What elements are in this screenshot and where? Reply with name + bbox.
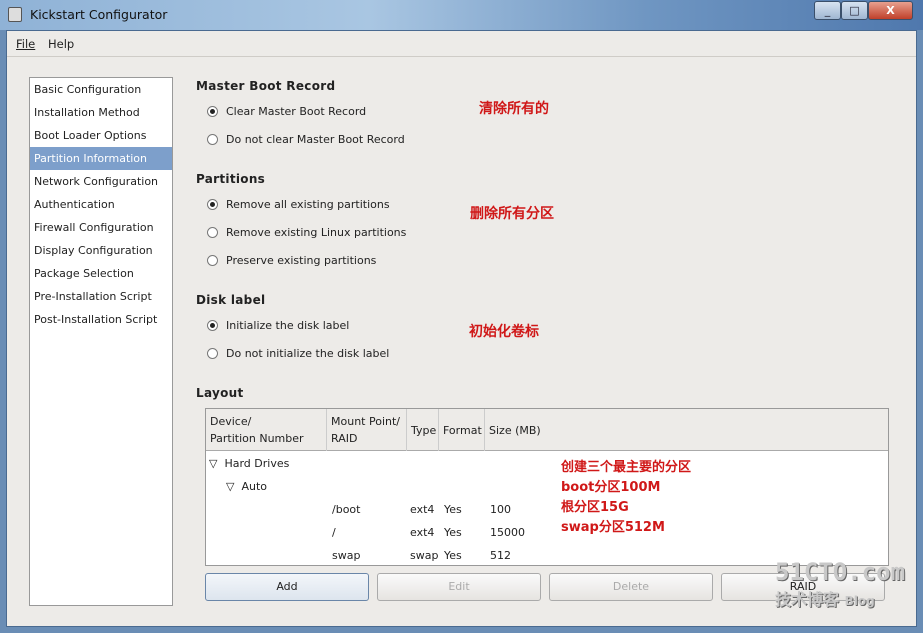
watermark: 51CTO.com 技术博客 Blog — [775, 558, 906, 609]
delete-button[interactable]: Delete — [549, 573, 713, 601]
cell-mount[interactable]: swap — [332, 549, 360, 562]
sidebar-item[interactable]: Network Configuration — [30, 170, 172, 193]
sidebar-item[interactable]: Display Configuration — [30, 239, 172, 262]
cell-mount[interactable]: /boot — [332, 503, 360, 516]
app-icon — [8, 7, 22, 22]
col-size[interactable]: Size (MB) — [485, 409, 889, 451]
main-window: File Help Basic Configuration Installatio… — [6, 30, 917, 627]
sidebar-item[interactable]: Boot Loader Options — [30, 124, 172, 147]
sidebar-item[interactable]: Partition Information — [30, 147, 172, 170]
close-button[interactable]: X — [868, 1, 913, 20]
maximize-button[interactable]: □ — [841, 1, 868, 20]
sidebar-item[interactable]: Post-Installation Script — [30, 308, 172, 331]
cell-format[interactable]: Yes — [444, 503, 462, 516]
cell-size[interactable]: 100 — [490, 503, 511, 516]
cell-mount[interactable]: / — [332, 526, 336, 539]
annotation-layout: 创建三个最主要的分区 boot分区100M 根分区15G swap分区512M — [561, 460, 692, 535]
add-button[interactable]: Add — [205, 573, 369, 601]
layout-heading: Layout — [196, 386, 244, 400]
col-format[interactable]: Format — [439, 409, 485, 451]
disklabel-heading: Disk label — [196, 293, 266, 307]
sidebar-item[interactable]: Installation Method — [30, 101, 172, 124]
sidebar-item[interactable]: Package Selection — [30, 262, 172, 285]
table-header: Device/ Partition Number Mount Point/ RA… — [206, 409, 888, 451]
cell-type[interactable]: ext4 — [410, 503, 434, 516]
sidebar-item[interactable]: Pre-Installation Script — [30, 285, 172, 308]
radio-clear-mbr[interactable]: Clear Master Boot Record — [207, 105, 366, 118]
annotation-disklabel: 初始化卷标 — [469, 324, 539, 340]
tree-row-hard-drives[interactable]: ▽ Hard Drives — [209, 457, 289, 470]
cell-size[interactable]: 15000 — [490, 526, 525, 539]
menu-file[interactable]: File — [16, 37, 35, 51]
col-mount[interactable]: Mount Point/ RAID — [327, 409, 407, 451]
title-bar: Kickstart Configurator _ □ X — [0, 0, 923, 30]
window-title: Kickstart Configurator — [30, 7, 168, 22]
sidebar: Basic Configuration Installation Method Bo… — [29, 77, 173, 606]
edit-button[interactable]: Edit — [377, 573, 541, 601]
radio-no-init-label[interactable]: Do not initialize the disk label — [207, 347, 389, 360]
cell-type[interactable]: ext4 — [410, 526, 434, 539]
radio-remove-linux[interactable]: Remove existing Linux partitions — [207, 226, 406, 239]
mbr-heading: Master Boot Record — [196, 79, 336, 93]
cell-type[interactable]: swap — [410, 549, 438, 562]
sidebar-item[interactable]: Basic Configuration — [30, 78, 172, 101]
partitions-heading: Partitions — [196, 172, 266, 186]
partition-table: Device/ Partition Number Mount Point/ RA… — [205, 408, 889, 566]
cell-format[interactable]: Yes — [444, 549, 462, 562]
tree-row-auto[interactable]: ▽ Auto — [226, 480, 267, 493]
minimize-button[interactable]: _ — [814, 1, 841, 20]
sidebar-item[interactable]: Authentication — [30, 193, 172, 216]
radio-init-label[interactable]: Initialize the disk label — [207, 319, 349, 332]
menu-help[interactable]: Help — [48, 37, 74, 51]
radio-remove-all[interactable]: Remove all existing partitions — [207, 198, 390, 211]
col-type[interactable]: Type — [407, 409, 439, 451]
annotation-mbr: 清除所有的 — [479, 101, 549, 117]
cell-format[interactable]: Yes — [444, 526, 462, 539]
radio-preserve[interactable]: Preserve existing partitions — [207, 254, 376, 267]
sidebar-item[interactable]: Firewall Configuration — [30, 216, 172, 239]
radio-no-clear-mbr[interactable]: Do not clear Master Boot Record — [207, 133, 405, 146]
cell-size[interactable]: 512 — [490, 549, 511, 562]
col-device[interactable]: Device/ Partition Number — [206, 409, 327, 451]
menu-bar: File Help — [7, 31, 916, 57]
annotation-partitions: 删除所有分区 — [470, 206, 554, 222]
